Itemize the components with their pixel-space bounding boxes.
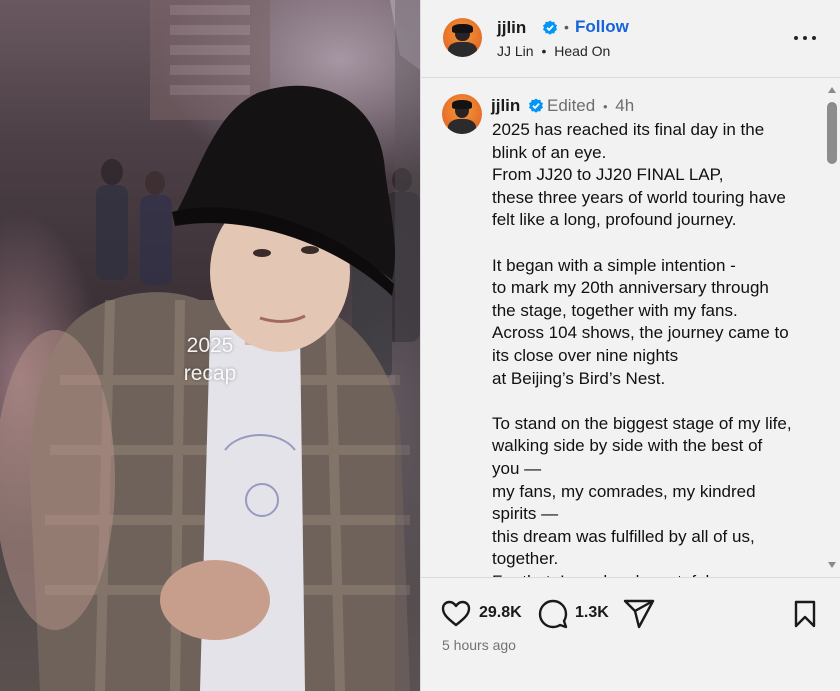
scroll-down-icon[interactable] bbox=[828, 562, 836, 568]
caption-line: blink of an eye. bbox=[492, 142, 607, 162]
caption-line: at Beijing’s Bird’s Nest. bbox=[492, 368, 666, 388]
comment-count[interactable]: 1.3K bbox=[575, 604, 609, 622]
time-ago[interactable]: 4h bbox=[615, 96, 634, 115]
more-options-button[interactable] bbox=[793, 26, 819, 50]
post-media[interactable]: 2025 recap bbox=[0, 0, 420, 691]
post-header: jjlin • Follow JJ Lin • Head On bbox=[421, 0, 840, 78]
caption-line: together. bbox=[492, 549, 559, 569]
caption-text: 2025 has reached its final day in the bli… bbox=[492, 119, 822, 577]
caption-line: this dream was fulfilled by all of us, bbox=[492, 526, 755, 546]
caption-line: felt like a long, profound journey. bbox=[492, 210, 737, 230]
audio-title: Head On bbox=[554, 43, 611, 59]
media-overlay-text: 2025 recap bbox=[160, 332, 260, 388]
caption-author-avatar[interactable] bbox=[442, 94, 482, 134]
caption-author-username[interactable]: jjlin bbox=[491, 96, 520, 116]
scroll-up-icon[interactable] bbox=[828, 87, 836, 93]
caption-line: my fans, my comrades, my kindred bbox=[492, 481, 756, 501]
more-dot bbox=[803, 36, 807, 40]
caption-line: you — bbox=[492, 458, 542, 478]
overlay-label: recap bbox=[183, 362, 237, 385]
more-dot bbox=[812, 36, 816, 40]
caption-line: spirits — bbox=[492, 504, 559, 524]
caption-line: the stage, together with my fans. bbox=[492, 300, 738, 320]
more-horizontal-icon bbox=[794, 36, 798, 40]
caption-line: its close over nine nights bbox=[492, 345, 679, 365]
follow-button[interactable]: Follow bbox=[563, 17, 629, 37]
caption-line: walking side by side with the best of bbox=[492, 436, 763, 456]
author-username[interactable]: jjlin bbox=[497, 18, 526, 38]
verified-badge-icon bbox=[529, 98, 543, 113]
caption-line: To stand on the biggest stage of my life… bbox=[492, 413, 792, 433]
caption-line: It began with a simple intention - bbox=[492, 255, 736, 275]
caption-line: From JJ20 to JJ20 FINAL LAP, bbox=[492, 165, 724, 185]
paper-plane-icon[interactable] bbox=[623, 599, 655, 629]
edited-label: Edited bbox=[547, 96, 596, 115]
scrollbar-thumb[interactable] bbox=[827, 102, 837, 164]
bookmark-icon[interactable] bbox=[793, 600, 817, 628]
meta-separator: • bbox=[602, 99, 608, 114]
audio-separator: • bbox=[541, 43, 547, 59]
caption-line: 2025 has reached its final day in the bbox=[492, 120, 765, 139]
audio-info[interactable]: JJ Lin • Head On bbox=[497, 43, 610, 59]
caption-meta: Edited • 4h bbox=[547, 96, 634, 116]
post-timestamp[interactable]: 5 hours ago bbox=[442, 637, 516, 653]
caption-scrollbar[interactable] bbox=[825, 80, 839, 576]
caption-line: to mark my 20th anniversary through bbox=[492, 278, 769, 298]
heart-icon[interactable] bbox=[441, 600, 471, 628]
like-count[interactable]: 29.8K bbox=[479, 604, 522, 622]
verified-badge-icon bbox=[543, 20, 557, 35]
caption-line: these three years of world touring have bbox=[492, 187, 786, 207]
overlay-year: 2025 bbox=[186, 334, 234, 357]
post-actions: 29.8K 1.3K 5 hours ago bbox=[421, 577, 840, 691]
post-caption: jjlin Edited • 4h 2025 has reached its f… bbox=[421, 79, 840, 577]
post-side-panel: jjlin • Follow JJ Lin • Head On jjlin Ed… bbox=[420, 0, 840, 691]
caption-line: Across 104 shows, the journey came to bbox=[492, 323, 789, 343]
audio-artist: JJ Lin bbox=[497, 43, 534, 59]
comment-icon[interactable] bbox=[538, 599, 568, 629]
author-avatar[interactable] bbox=[443, 18, 482, 57]
